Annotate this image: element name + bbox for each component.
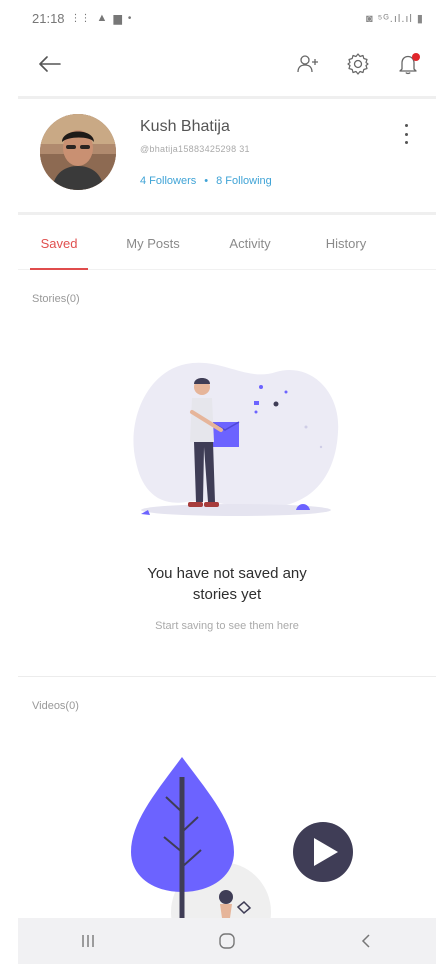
stories-section-title: Stories(0) [32,293,80,305]
status-indicators: ◙ ⁵ᴳ.ıl.ıl ▮ [366,12,424,25]
tab-my-posts[interactable]: My Posts [110,220,196,270]
tab-label: My Posts [126,236,180,251]
image-icon: ▆ [113,12,122,25]
status-right: ◙ ⁵ᴳ.ıl.ıl ▮ [366,12,424,25]
empty-stories-subtitle: Start saving to see them here [155,620,299,632]
videos-section-title: Videos(0) [32,700,79,712]
notification-bell-icon[interactable] [394,50,422,78]
empty-stories-title-line1: You have not saved any [147,565,307,582]
following-link[interactable]: 8 Following [216,175,272,187]
profile-card: Kush Bhatija @bhatija15883425298 31 4 Fo… [18,100,436,210]
header-divider [18,96,436,99]
more-options-icon[interactable] [398,124,414,144]
status-bar: 21:18 ⋮⋮ ▲ ▆ • ◙ ⁵ᴳ.ıl.ıl ▮ [18,0,436,36]
profile-handle: @bhatija15883425298 31 [140,144,250,154]
tab-label: History [325,236,367,251]
warning-icon: ▲ [96,12,108,24]
status-left: 21:18 ⋮⋮ ▲ ▆ • [32,11,131,26]
app-bar [18,40,436,88]
follow-separator: • [204,175,209,187]
home-icon[interactable] [197,921,257,961]
tab-label: Activity [229,236,271,251]
add-user-icon[interactable] [294,50,322,78]
profile-divider [18,212,436,215]
section-divider [18,676,436,677]
recents-icon[interactable] [58,921,118,961]
empty-videos-illustration [126,752,366,962]
tab-saved[interactable]: Saved [26,220,92,270]
followers-link[interactable]: 4 Followers [140,175,196,187]
empty-stories-title-line2: stories yet [192,586,262,603]
empty-stories-illustration [126,352,346,527]
status-time: 21:18 [32,10,65,26]
tab-history[interactable]: History [306,220,386,270]
profile-tabs: Saved My Posts Activity History [18,220,436,270]
tab-label: Saved [40,236,78,251]
notification-badge [412,53,420,61]
avatar[interactable] [40,114,116,190]
tab-activity[interactable]: Activity [208,220,292,270]
follow-stats: 4 Followers • 8 Following [140,175,272,187]
back-arrow-icon[interactable] [36,50,64,78]
dot-icon: • [127,12,132,24]
back-nav-icon[interactable] [336,921,396,961]
notification-icon: ⋮⋮ [70,12,91,24]
system-nav-bar [18,918,436,964]
app-screen: 21:18 ⋮⋮ ▲ ▆ • ◙ ⁵ᴳ.ıl.ıl ▮ Kush Bhatija… [18,0,436,964]
profile-name: Kush Bhatija [140,118,230,135]
settings-gear-icon[interactable] [344,50,372,78]
tab-active-indicator [30,268,88,270]
